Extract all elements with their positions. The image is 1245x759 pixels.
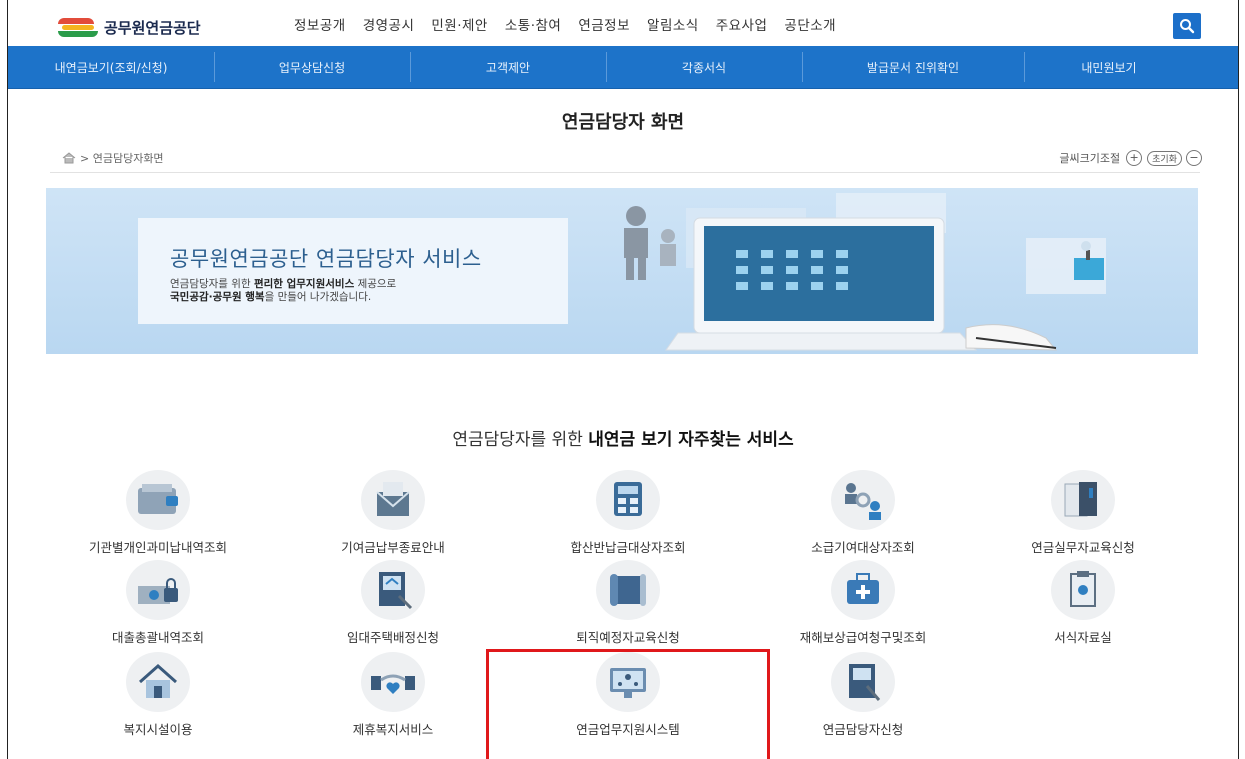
laptop-illustration-icon [624, 193, 1106, 351]
subnav-forms[interactable]: 각종서식 [606, 46, 802, 88]
breadcrumb-current: > 연금담당자화면 [80, 152, 164, 165]
service-retiree-training-application[interactable]: 퇴직예정자교육신청 [528, 560, 728, 646]
service-label: 복지시설이용 [123, 722, 193, 737]
wallet-icon [126, 470, 190, 530]
service-label: 임대주택배정신청 [346, 630, 439, 645]
gnb-item-about[interactable]: 공단소개 [784, 14, 836, 34]
services-heading: 연금담당자를 위한 내연금 보기 자주찾는 서비스 [452, 430, 794, 450]
gnb-item-civil-proposal[interactable]: 민원·제안 [431, 14, 487, 34]
service-agency-unpaid-inquiry[interactable]: 기관별개인과미납내역조회 [58, 470, 258, 556]
service-forms-library[interactable]: 서식자료실 [983, 560, 1183, 646]
font-size-label: 글씨크기조절 [1059, 152, 1121, 165]
service-label: 퇴직예정자교육신청 [576, 630, 680, 645]
page-title: 연금담당자 화면 [561, 112, 685, 133]
banner-subtitle-line2: 국민공감·공무원 행복을 만들어 나가겠습니다. [170, 291, 372, 303]
search-icon [1180, 19, 1195, 34]
calculator-icon [596, 470, 660, 530]
service-label: 기관별개인과미납내역조회 [88, 540, 227, 555]
service-combined-return-inquiry[interactable]: 합산반납금대상자조회 [528, 470, 728, 556]
font-size-control: 글씨크기조절 + 초기화 − [1059, 150, 1202, 166]
top-header: 공무원연금공단 정보공개 경영공시 민원·제안 소통·참여 연금정보 알림소식 … [8, 0, 1238, 46]
service-label: 소급기여대상자조회 [811, 540, 915, 555]
site-logo[interactable]: 공무원연금공단 [58, 14, 201, 40]
subnav-my-pension[interactable]: 내연금보기(조회/신청) [8, 46, 214, 88]
service-disaster-compensation-claim[interactable]: 재해보상급여청구및조회 [763, 560, 963, 646]
clipboard-icon [1051, 560, 1115, 620]
subnav-customer-proposal[interactable]: 고객제안 [410, 46, 606, 88]
browser-page: 공무원연금공단 정보공개 경영공시 민원·제안 소통·참여 연금정보 알림소식 … [7, 0, 1239, 759]
banner-title: 공무원연금공단 연금담당자 서비스 [170, 247, 482, 271]
service-label: 합산반납금대상자조회 [570, 540, 686, 555]
gnb-item-info-disclosure[interactable]: 정보공개 [294, 14, 346, 34]
people-gear-icon [831, 470, 895, 530]
gnb-item-major-projects[interactable]: 주요사업 [716, 14, 768, 34]
global-nav: 정보공개 경영공시 민원·제안 소통·참여 연금정보 알림소식 주요사업 공단소… [294, 14, 853, 34]
subnav-document-verification[interactable]: 발급문서 진위확인 [802, 46, 1024, 88]
subnav-consultation[interactable]: 업무상담신청 [214, 46, 410, 88]
service-label: 서식자료실 [1054, 630, 1112, 645]
document-pen-icon [831, 652, 895, 712]
service-label: 제휴복지서비스 [352, 722, 434, 737]
notebook-icon [1051, 470, 1115, 530]
service-contribution-end-notice[interactable]: 기여금납부종료안내 [293, 470, 493, 556]
service-label: 대출총괄내역조회 [111, 630, 204, 645]
service-loan-summary-inquiry[interactable]: 대출총괄내역조회 [58, 560, 258, 646]
sub-nav-bar: 내연금보기(조회/신청) 업무상담신청 고객제안 각종서식 발급문서 진위확인 … [8, 46, 1238, 89]
logo-text: 공무원연금공단 [104, 18, 201, 37]
house-icon [126, 652, 190, 712]
gnb-item-communication[interactable]: 소통·참여 [505, 14, 561, 34]
envelope-icon [361, 470, 425, 530]
house-document-icon [361, 560, 425, 620]
scroll-icon [596, 560, 660, 620]
hero-banner: 공무원연금공단 연금담당자 서비스 연금담당자를 위한 편리한 업무지원서비스 … [46, 188, 1198, 354]
service-label: 연금실무자교육신청 [1031, 540, 1135, 555]
gnb-item-news[interactable]: 알림소식 [647, 14, 699, 34]
service-partner-welfare[interactable]: 제휴복지서비스 [293, 652, 493, 738]
service-pension-manager-application[interactable]: 연금담당자신청 [763, 652, 963, 738]
gnb-item-pension-info[interactable]: 연금정보 [578, 14, 630, 34]
font-increase-button[interactable]: + [1126, 150, 1143, 166]
logo-mark-icon [58, 16, 98, 38]
service-staff-training-application[interactable]: 연금실무자교육신청 [983, 470, 1183, 556]
service-label: 재해보상급여청구및조회 [799, 630, 927, 645]
divider [50, 172, 1200, 173]
service-welfare-facility-use[interactable]: 복지시설이용 [58, 652, 258, 738]
font-decrease-button[interactable]: − [1186, 150, 1202, 166]
money-lock-icon [126, 560, 190, 620]
gnb-item-management-disclosure[interactable]: 경영공시 [363, 14, 415, 34]
home-icon[interactable] [62, 152, 76, 164]
breadcrumb: > 연금담당자화면 [62, 150, 164, 166]
service-rental-housing-application[interactable]: 임대주택배정신청 [293, 560, 493, 646]
service-retroactive-contribution-inquiry[interactable]: 소급기여대상자조회 [763, 470, 963, 556]
font-reset-button[interactable]: 초기화 [1147, 150, 1182, 166]
service-label: 기여금납부종료안내 [341, 540, 445, 555]
search-button[interactable] [1173, 13, 1201, 39]
subnav-my-complaints[interactable]: 내민원보기 [1024, 46, 1194, 88]
handshake-heart-icon [361, 652, 425, 712]
highlight-box [486, 649, 770, 759]
medical-kit-icon [831, 560, 895, 620]
service-label: 연금담당자신청 [822, 722, 904, 737]
